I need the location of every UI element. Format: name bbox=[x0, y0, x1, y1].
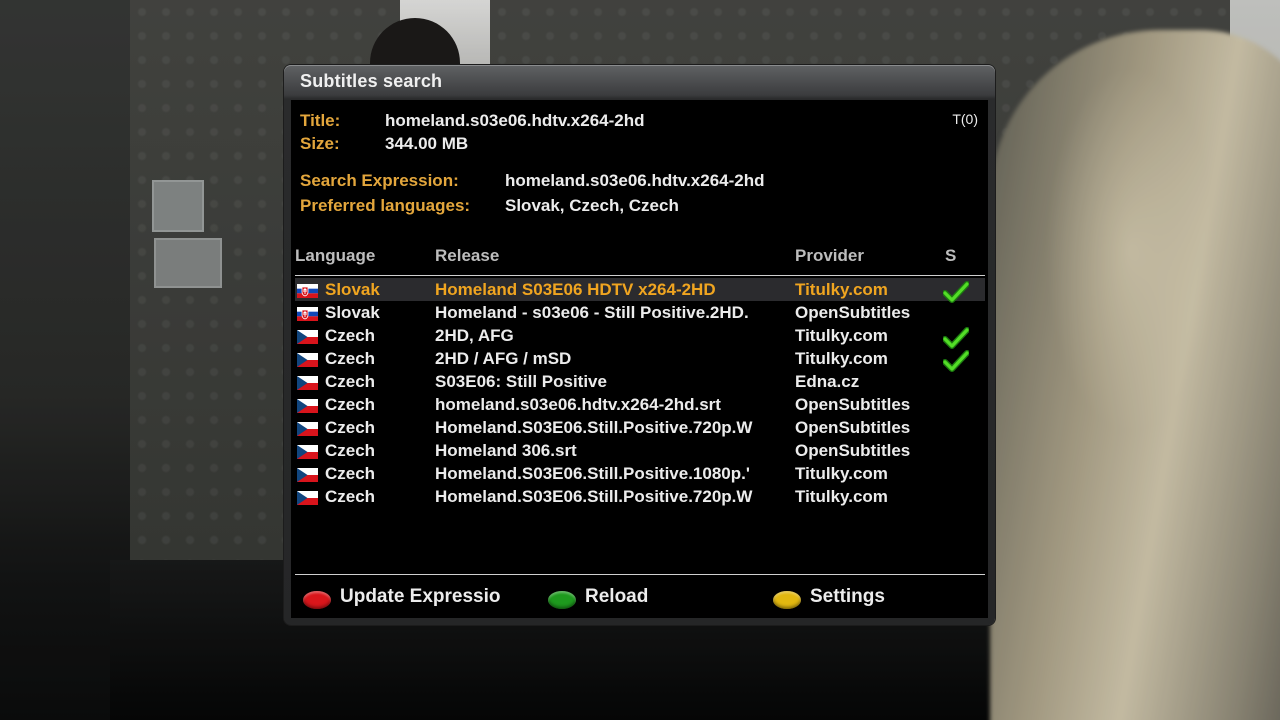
size-value: 344.00 MB bbox=[385, 134, 469, 153]
yellow-button-icon bbox=[773, 591, 801, 609]
row-language: Slovak bbox=[325, 280, 380, 299]
row-release: 2HD, AFG bbox=[435, 326, 514, 345]
row-release: S03E06: Still Positive bbox=[435, 372, 607, 391]
row-language: Czech bbox=[325, 441, 376, 460]
preferred-languages-value: Slovak, Czech, Czech bbox=[505, 196, 679, 215]
search-expression-label: Search Expression: bbox=[300, 171, 459, 190]
row-provider: Titulky.com bbox=[795, 464, 888, 483]
row-language: Czech bbox=[325, 418, 376, 437]
reload-label: Reload bbox=[585, 586, 649, 607]
row-release: Homeland.S03E06.Still.Positive.1080p.' bbox=[435, 464, 750, 483]
row-provider: OpenSubtitles bbox=[795, 395, 911, 414]
footer-divider bbox=[295, 574, 985, 575]
slovak-flag-icon bbox=[297, 307, 318, 321]
slovak-flag-icon bbox=[297, 284, 318, 298]
subtitles-search-dialog: Subtitles search T(0) Title: homeland.s0… bbox=[284, 65, 995, 625]
title-value: homeland.s03e06.hdtv.x264-2hd bbox=[385, 111, 645, 130]
table-row[interactable]: Czech 2HD / AFG / mSD Titulky.com bbox=[295, 347, 985, 372]
table-row[interactable]: Czech homeland.s03e06.hdtv.x264-2hd.srt Op… bbox=[295, 393, 985, 416]
table-row[interactable]: Czech Homeland 306.srt OpenSubtitles bbox=[295, 439, 985, 462]
table-row[interactable]: Czech 2HD, AFG Titulky.com bbox=[295, 324, 985, 349]
row-language: Czech bbox=[325, 372, 376, 391]
green-button-icon bbox=[548, 591, 576, 609]
update-expression-button[interactable]: Update Expressio bbox=[303, 584, 513, 614]
czech-flag-icon bbox=[297, 445, 318, 459]
czech-flag-icon bbox=[297, 491, 318, 505]
row-release: Homeland S03E06 HDTV x264-2HD bbox=[435, 280, 716, 299]
row-provider: OpenSubtitles bbox=[795, 303, 911, 322]
settings-button[interactable]: Settings bbox=[773, 584, 903, 614]
size-label: Size: bbox=[300, 134, 340, 153]
row-language: Czech bbox=[325, 326, 376, 345]
dialog-title: Subtitles search bbox=[300, 71, 443, 91]
table-row[interactable]: Slovak Homeland S03E06 HDTV x264-2HD Titul… bbox=[295, 278, 985, 303]
table-row[interactable]: Czech Homeland.S03E06.Still.Positive.1080… bbox=[295, 462, 985, 485]
subtitles-list: Slovak Homeland S03E06 HDTV x264-2HD Titul… bbox=[295, 278, 985, 508]
czech-flag-icon bbox=[297, 376, 318, 390]
czech-flag-icon bbox=[297, 422, 318, 436]
row-language: Czech bbox=[325, 487, 376, 506]
czech-flag-icon bbox=[297, 468, 318, 482]
czech-flag-icon bbox=[297, 399, 318, 413]
column-header-sync: S bbox=[945, 246, 957, 265]
row-release: Homeland.S03E06.Still.Positive.720p.W bbox=[435, 487, 753, 506]
column-header-release: Release bbox=[435, 246, 500, 265]
row-release: Homeland 306.srt bbox=[435, 441, 577, 460]
row-language: Czech bbox=[325, 395, 376, 414]
row-provider: Titulky.com bbox=[795, 349, 888, 368]
settings-label: Settings bbox=[810, 586, 885, 607]
row-language: Czech bbox=[325, 464, 376, 483]
row-provider: OpenSubtitles bbox=[795, 418, 911, 437]
row-release: homeland.s03e06.hdtv.x264-2hd.srt bbox=[435, 395, 721, 414]
row-provider: OpenSubtitles bbox=[795, 441, 911, 460]
preferred-languages-label: Preferred languages: bbox=[300, 196, 471, 215]
column-header-language: Language bbox=[295, 246, 376, 265]
czech-flag-icon bbox=[297, 353, 318, 367]
czech-flag-icon bbox=[297, 330, 318, 344]
update-expression-label: Update Expressio bbox=[340, 586, 501, 607]
column-header-provider: Provider bbox=[795, 246, 864, 265]
table-row[interactable]: Czech Homeland.S03E06.Still.Positive.720p… bbox=[295, 416, 985, 439]
table-row[interactable]: Czech Homeland.S03E06.Still.Positive.720p… bbox=[295, 485, 985, 508]
row-release: 2HD / AFG / mSD bbox=[435, 349, 572, 368]
title-label: Title: bbox=[300, 111, 341, 130]
table-row[interactable]: Czech S03E06: Still Positive Edna.cz bbox=[295, 370, 985, 393]
table-row[interactable]: Slovak Homeland - s03e06 - Still Positive… bbox=[295, 301, 985, 324]
row-provider: Titulky.com bbox=[795, 326, 888, 345]
reload-button[interactable]: Reload bbox=[548, 584, 668, 614]
task-counter: T(0) bbox=[952, 111, 978, 127]
row-provider: Titulky.com bbox=[795, 487, 888, 506]
row-provider: Titulky.com bbox=[795, 280, 888, 299]
row-release: Homeland.S03E06.Still.Positive.720p.W bbox=[435, 418, 753, 437]
checkmark-icon bbox=[943, 350, 969, 372]
search-expression-value: homeland.s03e06.hdtv.x264-2hd bbox=[505, 171, 765, 190]
dialog-content: T(0) Title: homeland.s03e06.hdtv.x264-2h… bbox=[291, 100, 988, 618]
checkmark-icon bbox=[943, 281, 969, 303]
checkmark-icon bbox=[943, 327, 969, 349]
row-language: Czech bbox=[325, 349, 376, 368]
header-divider bbox=[295, 275, 985, 276]
red-button-icon bbox=[303, 591, 331, 609]
row-language: Slovak bbox=[325, 303, 380, 322]
row-provider: Edna.cz bbox=[795, 372, 860, 391]
row-release: Homeland - s03e06 - Still Positive.2HD. bbox=[435, 303, 749, 322]
